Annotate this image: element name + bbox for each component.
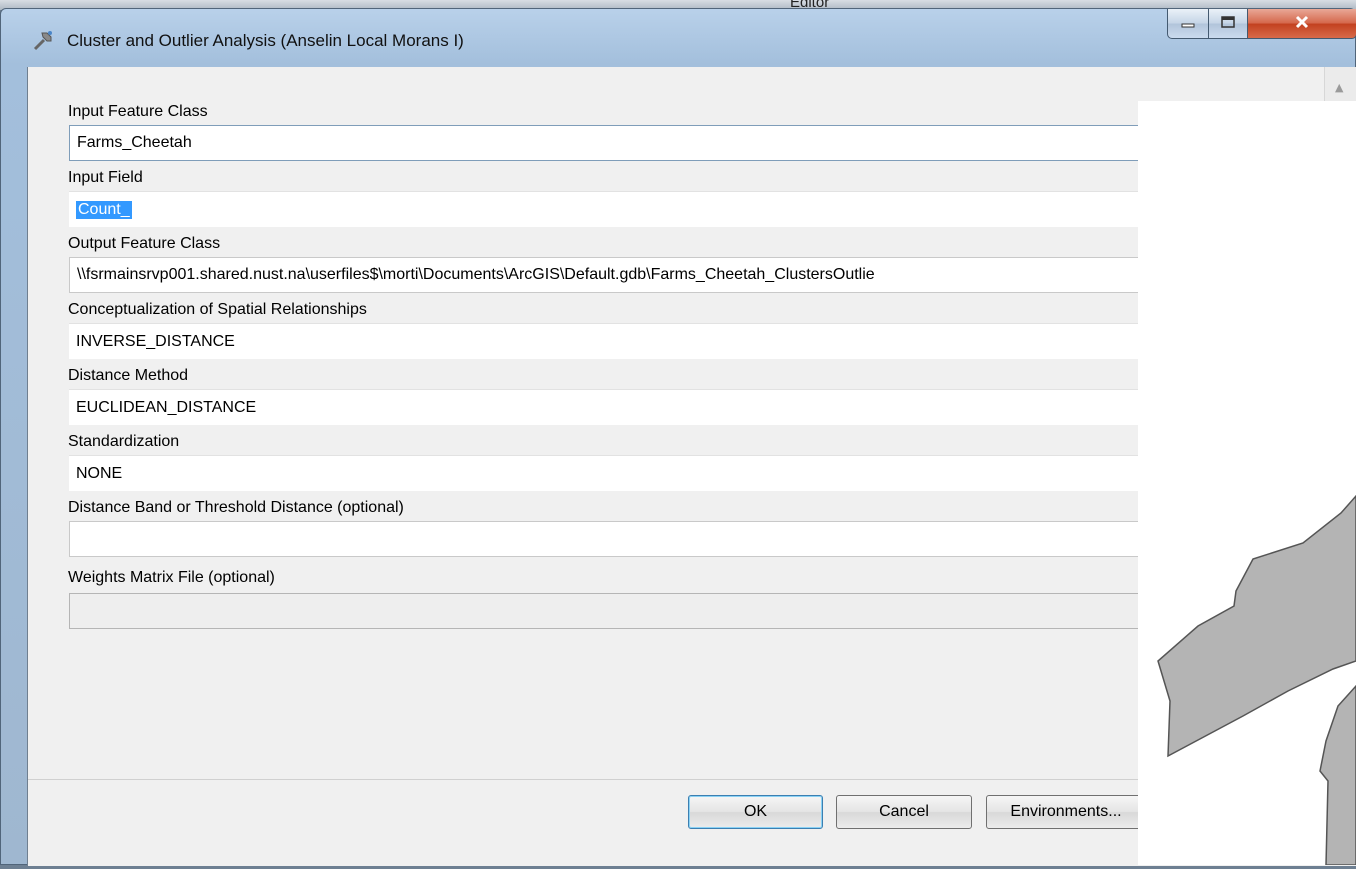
standardization-label: Standardization <box>68 433 180 450</box>
close-icon <box>1294 14 1310 34</box>
geoprocessing-tool-icon <box>31 29 55 53</box>
input-feature-class-field[interactable]: Farms_Cheetah <box>69 125 1324 161</box>
conceptualization-label: Conceptualization of Spatial Relationshi… <box>68 301 367 318</box>
ok-button[interactable]: OK <box>688 795 823 829</box>
distance-method-value: EUCLIDEAN_DISTANCE <box>76 398 257 416</box>
input-field-dropdown[interactable]: Count_ <box>69 191 1324 227</box>
cancel-button[interactable]: Cancel <box>836 795 972 829</box>
environments-button[interactable]: Environments... <box>986 795 1146 829</box>
title-bar[interactable]: Cluster and Outlier Analysis (Anselin Lo… <box>1 9 1356 65</box>
output-feature-class-value: \\fsrmainsrvp001.shared.nust.na\userfile… <box>77 266 875 283</box>
standardization-dropdown[interactable]: NONE <box>69 455 1324 491</box>
distance-band-input[interactable] <box>69 521 1324 557</box>
minimize-icon <box>1180 14 1196 33</box>
weights-matrix-field <box>69 593 1324 629</box>
farm-polygon <box>1157 494 1356 758</box>
map-canvas[interactable] <box>1138 101 1356 866</box>
output-feature-class-label: Output Feature Class <box>68 235 221 252</box>
map-polygon-layer <box>1157 494 1356 866</box>
standardization-value: NONE <box>76 464 123 482</box>
window-title: Cluster and Outlier Analysis (Anselin Lo… <box>67 31 464 50</box>
distance-method-dropdown[interactable]: EUCLIDEAN_DISTANCE <box>69 389 1324 425</box>
conceptualization-value: INVERSE_DISTANCE <box>76 332 235 350</box>
maximize-button[interactable] <box>1208 9 1248 39</box>
input-feature-class-label: Input Feature Class <box>68 103 208 120</box>
weights-matrix-label: Weights Matrix File (optional) <box>68 569 275 586</box>
maximize-icon <box>1220 14 1236 33</box>
close-button[interactable] <box>1247 9 1356 39</box>
farm-polygon <box>1319 684 1356 866</box>
minimize-button[interactable] <box>1167 9 1209 39</box>
parameters-panel: Input Feature Class Farms_Cheetah Input … <box>28 67 1324 779</box>
distance-method-label: Distance Method <box>68 367 189 384</box>
input-feature-class-value: Farms_Cheetah <box>77 134 192 151</box>
input-field-value: Count_ <box>76 200 132 219</box>
scroll-up-arrow-icon[interactable]: ▲ <box>1335 81 1343 94</box>
output-feature-class-field[interactable]: \\fsrmainsrvp001.shared.nust.na\userfile… <box>69 257 1324 293</box>
conceptualization-dropdown[interactable]: INVERSE_DISTANCE <box>69 323 1324 359</box>
input-field-label: Input Field <box>68 169 143 186</box>
distance-band-label: Distance Band or Threshold Distance (opt… <box>68 499 404 516</box>
